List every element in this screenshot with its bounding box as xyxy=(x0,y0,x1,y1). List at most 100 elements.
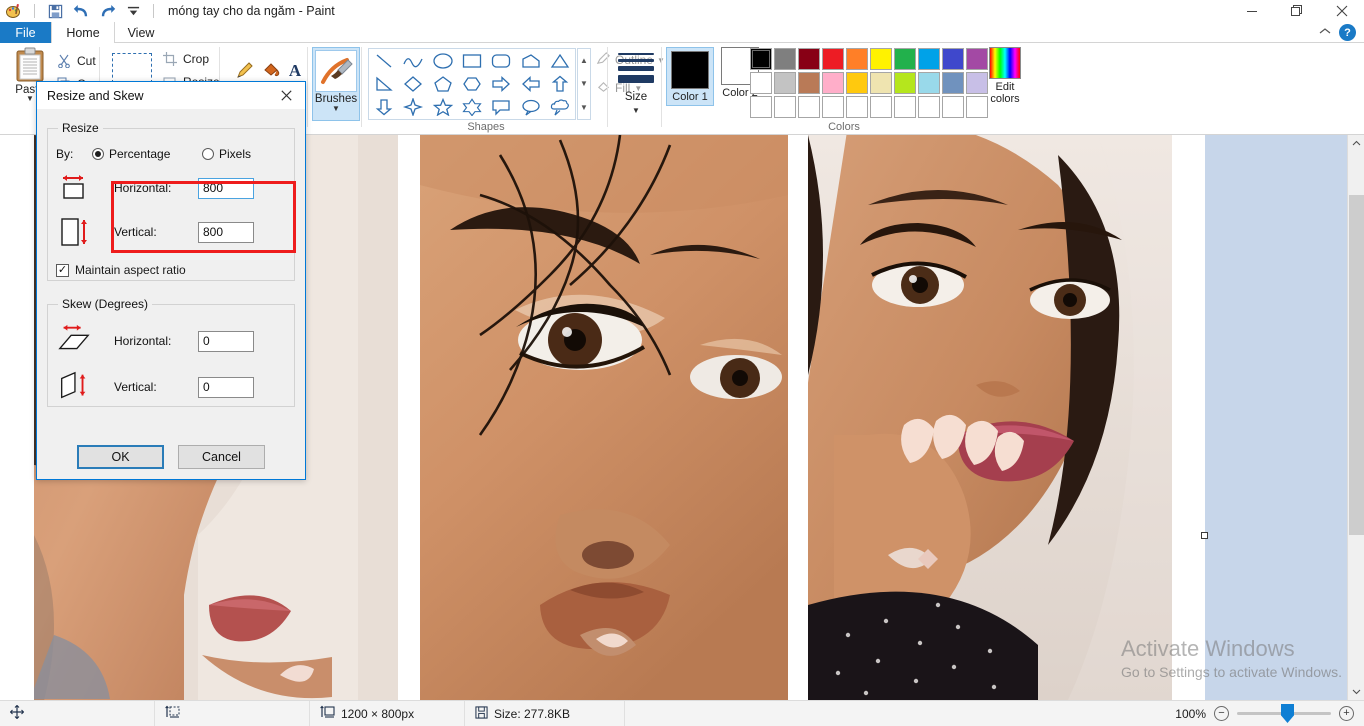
scrollbar-thumb[interactable] xyxy=(1349,195,1364,535)
scroll-up-icon[interactable]: ▲ xyxy=(580,56,588,65)
palette-swatch[interactable] xyxy=(774,48,796,70)
size-preview-icon[interactable] xyxy=(618,53,654,87)
hexagon-shape[interactable] xyxy=(457,72,486,95)
palette-swatch[interactable] xyxy=(870,96,892,118)
scroll-down-arrow[interactable] xyxy=(1348,683,1364,700)
redo-icon[interactable] xyxy=(97,2,117,20)
shapes-gallery[interactable] xyxy=(368,48,576,120)
palette-swatch[interactable] xyxy=(894,48,916,70)
dialog-close-button[interactable] xyxy=(269,83,303,109)
left-arrow-shape[interactable] xyxy=(516,72,545,95)
ok-button[interactable]: OK xyxy=(77,445,164,469)
palette-swatch[interactable] xyxy=(822,48,844,70)
palette-swatch[interactable] xyxy=(918,48,940,70)
skew-vertical-input[interactable] xyxy=(198,376,254,398)
pencil-icon[interactable] xyxy=(232,57,258,83)
tab-home[interactable]: Home xyxy=(51,22,115,43)
palette-swatch[interactable] xyxy=(798,72,820,94)
palette-swatch[interactable] xyxy=(870,48,892,70)
palette-swatch[interactable] xyxy=(918,96,940,118)
undo-icon[interactable] xyxy=(71,2,91,20)
line-shape[interactable] xyxy=(369,49,398,72)
palette-swatch[interactable] xyxy=(750,48,772,70)
rounded-callout-shape[interactable] xyxy=(487,96,516,119)
palette-swatch[interactable] xyxy=(942,96,964,118)
rectangle-shape[interactable] xyxy=(457,49,486,72)
select-tool-icon[interactable] xyxy=(112,53,152,83)
minimize-button[interactable] xyxy=(1229,0,1274,22)
zoom-slider-track[interactable] xyxy=(1237,704,1331,723)
down-arrow-shape[interactable] xyxy=(369,96,398,119)
palette-swatch[interactable] xyxy=(846,72,868,94)
radio-pixels[interactable]: Pixels xyxy=(202,147,251,161)
size-dropdown-icon[interactable]: ▼ xyxy=(610,106,662,115)
cloud-callout-shape[interactable] xyxy=(546,96,575,119)
brushes-button[interactable]: Brushes ▼ xyxy=(312,47,360,121)
zoom-out-button[interactable]: − xyxy=(1214,706,1229,721)
maintain-aspect-ratio-checkbox[interactable]: ✓ Maintain aspect ratio xyxy=(56,263,186,277)
brushes-dropdown-icon[interactable]: ▼ xyxy=(332,105,340,113)
close-button[interactable] xyxy=(1319,0,1364,22)
palette-swatch[interactable] xyxy=(774,72,796,94)
canvas-resize-handle[interactable] xyxy=(1201,532,1208,539)
oval-callout-shape[interactable] xyxy=(516,96,545,119)
palette-swatch[interactable] xyxy=(942,48,964,70)
palette-swatch[interactable] xyxy=(750,96,772,118)
skew-horizontal-input[interactable] xyxy=(198,330,254,352)
diamond-shape[interactable] xyxy=(398,72,427,95)
fill-with-color-icon[interactable] xyxy=(258,57,284,83)
maximize-restore-button[interactable] xyxy=(1274,0,1319,22)
palette-swatch[interactable] xyxy=(846,48,868,70)
five-point-star-shape[interactable] xyxy=(428,96,457,119)
polygon-shape[interactable] xyxy=(516,49,545,72)
paste-dropdown-icon[interactable]: ▼ xyxy=(26,95,34,103)
palette-swatch[interactable] xyxy=(894,72,916,94)
six-point-star-shape[interactable] xyxy=(457,96,486,119)
pentagon-shape[interactable] xyxy=(428,72,457,95)
right-arrow-shape[interactable] xyxy=(487,72,516,95)
shapes-gallery-scrollbar[interactable]: ▲ ▼ ▼ xyxy=(577,48,591,120)
zoom-slider-thumb[interactable] xyxy=(1281,704,1294,723)
edit-colors-button[interactable]: Edit colors xyxy=(982,47,1028,105)
scroll-up-arrow[interactable] xyxy=(1348,135,1364,152)
zoom-in-button[interactable]: + xyxy=(1339,706,1354,721)
crop-button[interactable]: Crop xyxy=(162,51,209,67)
tab-file[interactable]: File xyxy=(0,22,51,43)
palette-swatch[interactable] xyxy=(846,96,868,118)
palette-swatch[interactable] xyxy=(942,72,964,94)
palette-swatch[interactable] xyxy=(894,96,916,118)
palette-swatch[interactable] xyxy=(798,96,820,118)
text-tool-icon[interactable]: A xyxy=(282,57,308,83)
oval-shape[interactable] xyxy=(428,49,457,72)
tab-view[interactable]: View xyxy=(115,22,167,43)
cut-button[interactable]: Cut xyxy=(56,53,96,69)
palette-swatch[interactable] xyxy=(774,96,796,118)
collapse-ribbon-icon[interactable] xyxy=(1319,27,1331,39)
canvas-vertical-scrollbar[interactable] xyxy=(1347,135,1364,700)
four-point-star-shape[interactable] xyxy=(398,96,427,119)
scroll-down-icon[interactable]: ▼ xyxy=(580,79,588,88)
right-triangle-shape[interactable] xyxy=(369,72,398,95)
palette-swatch[interactable] xyxy=(870,72,892,94)
rounded-rectangle-shape[interactable] xyxy=(487,49,516,72)
palette-swatch[interactable] xyxy=(822,72,844,94)
palette-swatch[interactable] xyxy=(750,72,772,94)
paint-icon[interactable] xyxy=(4,2,24,20)
expand-gallery-icon[interactable]: ▼ xyxy=(580,103,588,112)
customize-quick-access-icon[interactable] xyxy=(123,2,143,20)
radio-percentage[interactable]: Percentage xyxy=(92,147,202,161)
palette-swatch[interactable] xyxy=(822,96,844,118)
up-arrow-shape[interactable] xyxy=(546,72,575,95)
palette-swatch[interactable] xyxy=(798,48,820,70)
color1-button[interactable]: Color 1 xyxy=(666,47,714,106)
curve-shape[interactable] xyxy=(398,49,427,72)
radio-pixels-dot[interactable] xyxy=(202,148,214,160)
triangle-shape[interactable] xyxy=(546,49,575,72)
help-icon[interactable]: ? xyxy=(1339,24,1356,41)
cancel-button[interactable]: Cancel xyxy=(178,445,265,469)
color1-swatch[interactable] xyxy=(671,51,709,89)
maintain-aspect-ratio-box[interactable]: ✓ xyxy=(56,263,69,277)
palette-swatch[interactable] xyxy=(918,72,940,94)
radio-percentage-dot[interactable] xyxy=(92,148,104,160)
save-icon[interactable] xyxy=(45,2,65,20)
